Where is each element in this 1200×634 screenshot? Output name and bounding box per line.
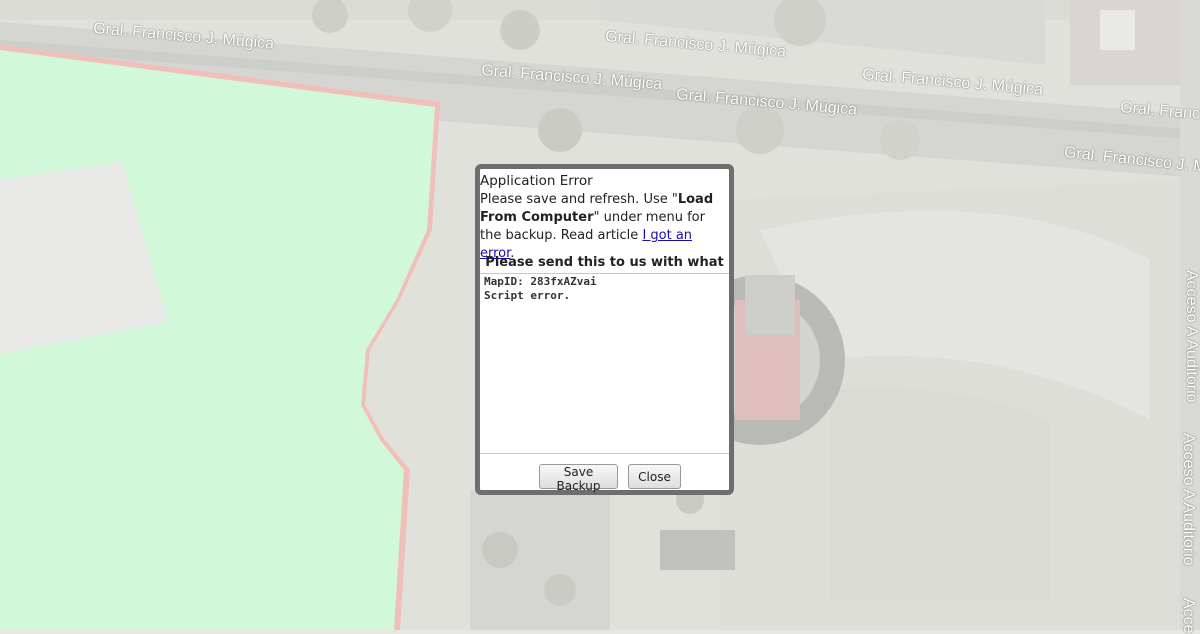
street-label: Acceso A Auditorio (1183, 270, 1200, 403)
street-label: Acceso A Auditorio (1180, 433, 1197, 566)
close-button[interactable]: Close (628, 464, 681, 489)
dialog-message: Please save and refresh. Use "Load From … (480, 191, 728, 263)
street-label: Acce (1180, 598, 1197, 634)
message-text: Please save and refresh. Use " (480, 192, 678, 207)
error-details-textarea[interactable] (480, 273, 729, 454)
dialog-title: Application Error (480, 173, 593, 189)
save-backup-button[interactable]: Save Backup (539, 464, 618, 493)
application-error-dialog: Application Error Please save and refres… (475, 164, 734, 495)
